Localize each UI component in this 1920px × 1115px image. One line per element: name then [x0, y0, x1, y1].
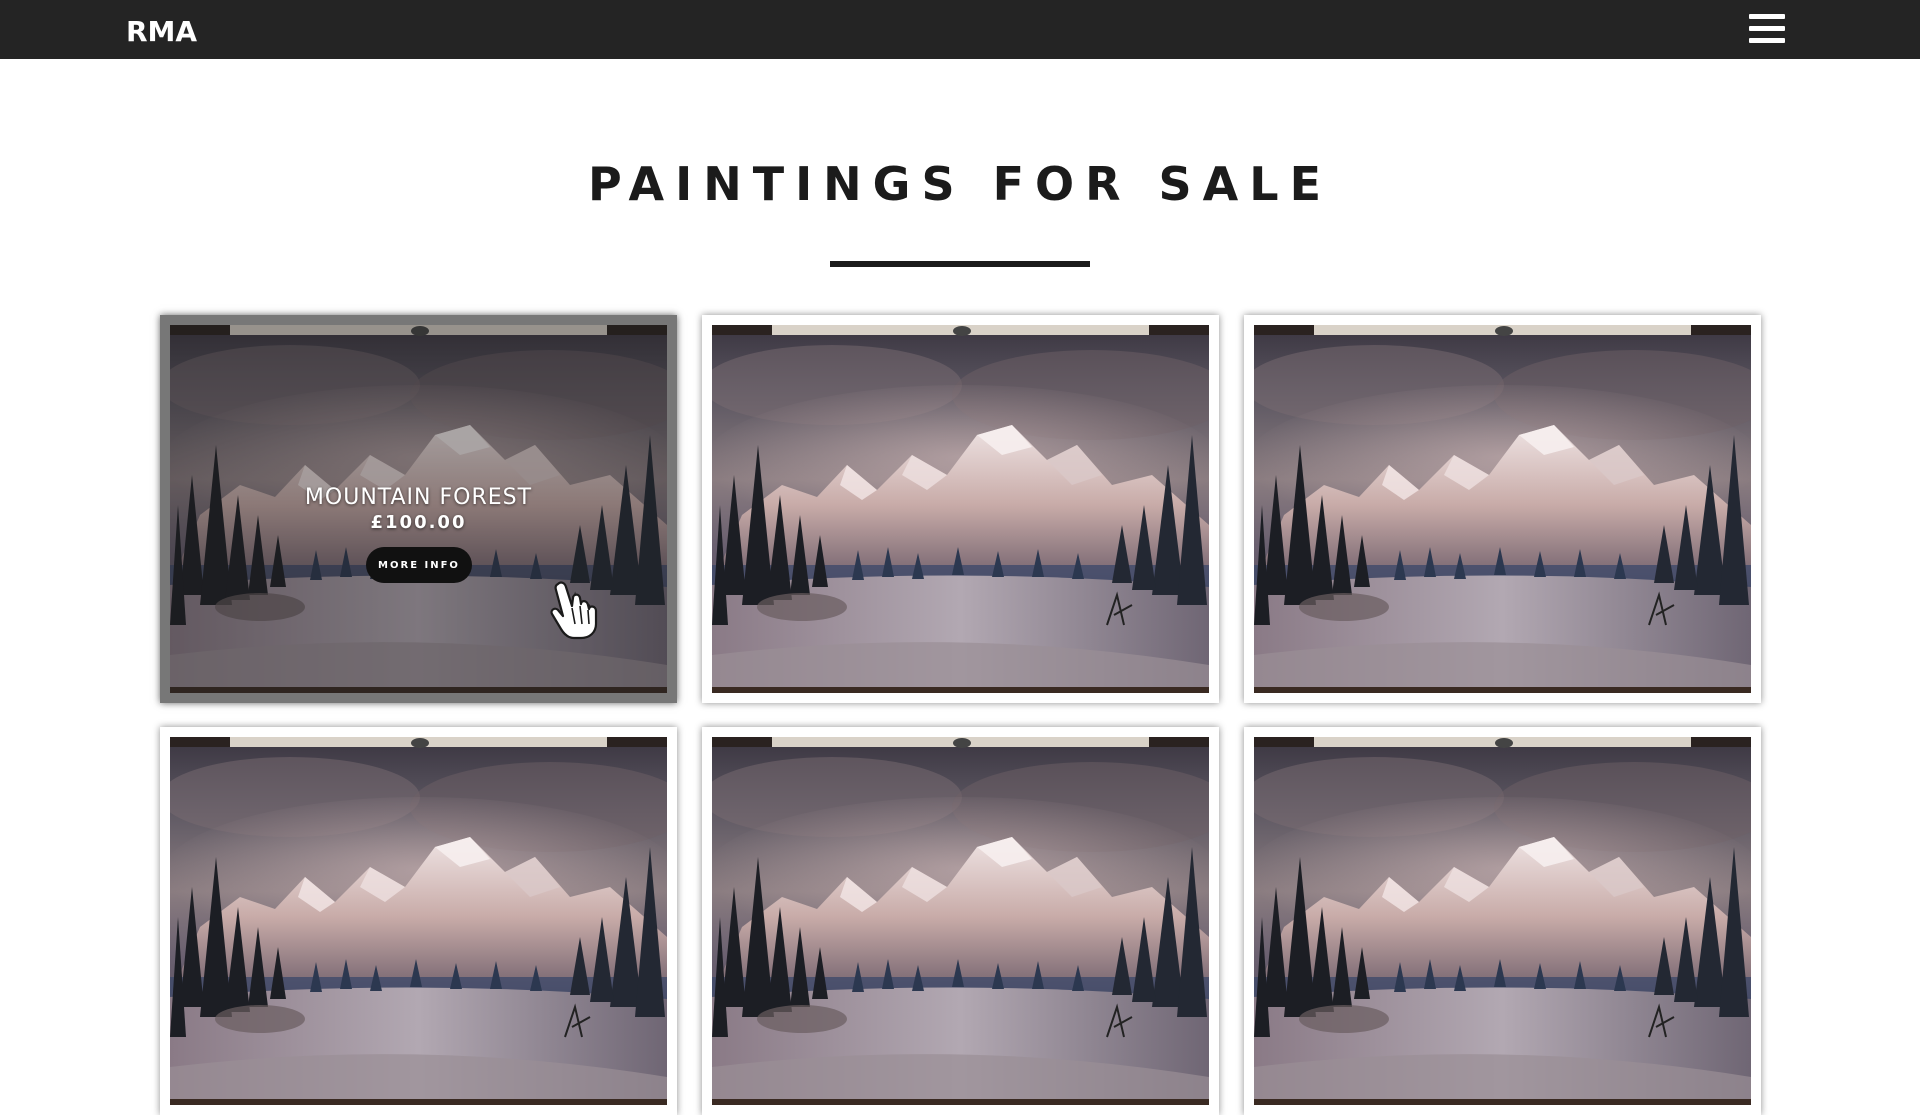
navbar: RMA — [0, 0, 1920, 59]
painting-image — [712, 325, 1209, 693]
hand-pointer-icon — [550, 581, 598, 640]
hamburger-menu-icon[interactable] — [1749, 14, 1785, 44]
painting-image — [1254, 737, 1751, 1105]
painting-name: MOUNTAIN FOREST — [304, 485, 533, 510]
brand-logo-link[interactable]: RMA — [126, 14, 197, 50]
painting-image — [1254, 325, 1751, 693]
painting-price: £100.00 — [370, 512, 467, 533]
gallery-card[interactable] — [160, 727, 677, 1115]
painting-image — [712, 737, 1209, 1105]
hamburger-bar — [1749, 14, 1785, 19]
hamburger-bar — [1749, 38, 1785, 43]
gallery-card[interactable] — [702, 727, 1219, 1115]
gallery-card[interactable] — [702, 315, 1219, 703]
painting-image — [170, 737, 667, 1105]
gallery-card[interactable] — [1244, 315, 1761, 703]
gallery-card[interactable] — [1244, 727, 1761, 1115]
more-info-button[interactable]: MORE INFO — [366, 547, 472, 583]
page-title: PAINTINGS FOR SALE — [587, 157, 1333, 211]
title-divider — [830, 261, 1090, 267]
gallery-card[interactable]: MOUNTAIN FOREST £100.00 MORE INFO — [160, 315, 677, 703]
hamburger-bar — [1749, 26, 1785, 31]
